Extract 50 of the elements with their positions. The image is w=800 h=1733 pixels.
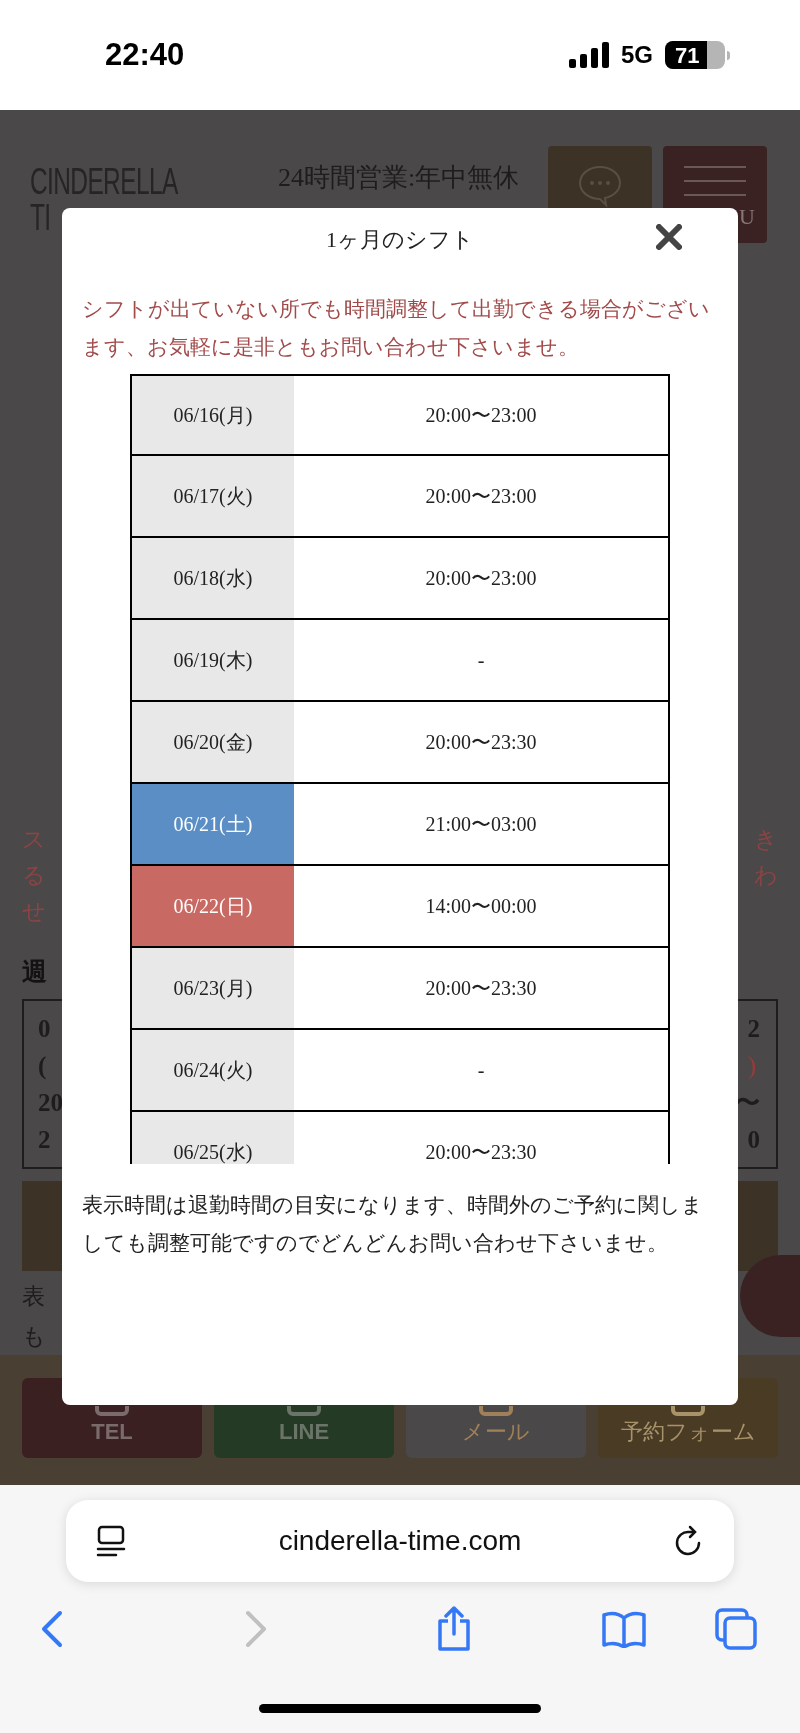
notice-text: ス xyxy=(22,826,46,854)
date-cell: 06/22(日) xyxy=(132,866,294,946)
dialog-title: 1ヶ月のシフト xyxy=(326,225,474,254)
signal-icon xyxy=(569,42,609,68)
notice-text: き xyxy=(754,826,778,854)
time-cell-text: 21:00〜03:00 xyxy=(424,812,538,837)
url-text: cinderella-time.com xyxy=(278,1524,522,1558)
close-button[interactable] xyxy=(654,222,684,252)
time-cell-text: 20:00〜23:30 xyxy=(424,1140,538,1164)
share-icon[interactable] xyxy=(435,1606,473,1652)
date-cell: 06/23(月) xyxy=(132,948,294,1028)
close-icon xyxy=(656,224,682,250)
time-cell-text: - xyxy=(476,1058,486,1083)
date-cell: 06/24(火) xyxy=(132,1030,294,1110)
nav-icon xyxy=(287,1406,321,1416)
date-cell: 06/20(金) xyxy=(132,702,294,782)
schedule-text: ) xyxy=(747,1050,756,1081)
address-bar[interactable]: cinderella-time.com xyxy=(66,1500,734,1582)
info-text: 表示時間は退勤時間の目安になります、時間外のご予約に関しましても調整可能ですのでどんどんお問い合わせ下さいませ。 xyxy=(81,1192,704,1257)
nav-icon xyxy=(671,1406,705,1416)
date-cell: 06/18(水) xyxy=(132,538,294,618)
back-icon[interactable] xyxy=(40,1610,64,1648)
notice-text: シフトが出ていない所でも時間調整して出勤できる場合がございます、お気軽に是非ともお問い合わせ下さいませ。 xyxy=(81,296,711,361)
section-heading: 週 xyxy=(22,957,47,987)
notice-text: わ xyxy=(754,862,778,890)
time-cell-text: 14:00〜00:00 xyxy=(424,894,538,919)
menu-icon xyxy=(684,166,746,196)
time-cell-text: - xyxy=(476,648,486,673)
date-cell: 06/21(土) xyxy=(132,784,294,864)
clock-time: 22:40 xyxy=(105,35,185,74)
time-cell-text: 20:00〜23:30 xyxy=(424,730,538,755)
network-label: 5G xyxy=(621,40,653,70)
page-menu-icon[interactable] xyxy=(96,1524,126,1558)
battery-indicator: 71 xyxy=(665,41,725,69)
notice-text: る xyxy=(22,862,46,890)
schedule-text: ( xyxy=(37,1050,47,1082)
time-cell-text: 20:00〜23:30 xyxy=(424,976,538,1001)
time-cell-text: 20:00〜23:00 xyxy=(424,566,538,591)
date-cell: 06/25(水) xyxy=(132,1112,294,1164)
chat-icon xyxy=(577,164,623,208)
time-cell-text: 20:00〜23:00 xyxy=(424,484,538,509)
bookmarks-icon[interactable] xyxy=(600,1610,647,1648)
date-cell: 06/17(火) xyxy=(132,456,294,536)
date-cell: 06/16(月) xyxy=(132,376,294,454)
notice-text: せ xyxy=(22,898,46,926)
nav-icon xyxy=(479,1406,513,1416)
tabs-icon[interactable] xyxy=(714,1607,758,1651)
date-cell: 06/19(木) xyxy=(132,620,294,700)
time-cell-text: 20:00〜23:00 xyxy=(424,403,538,428)
nav-icon xyxy=(95,1406,129,1416)
